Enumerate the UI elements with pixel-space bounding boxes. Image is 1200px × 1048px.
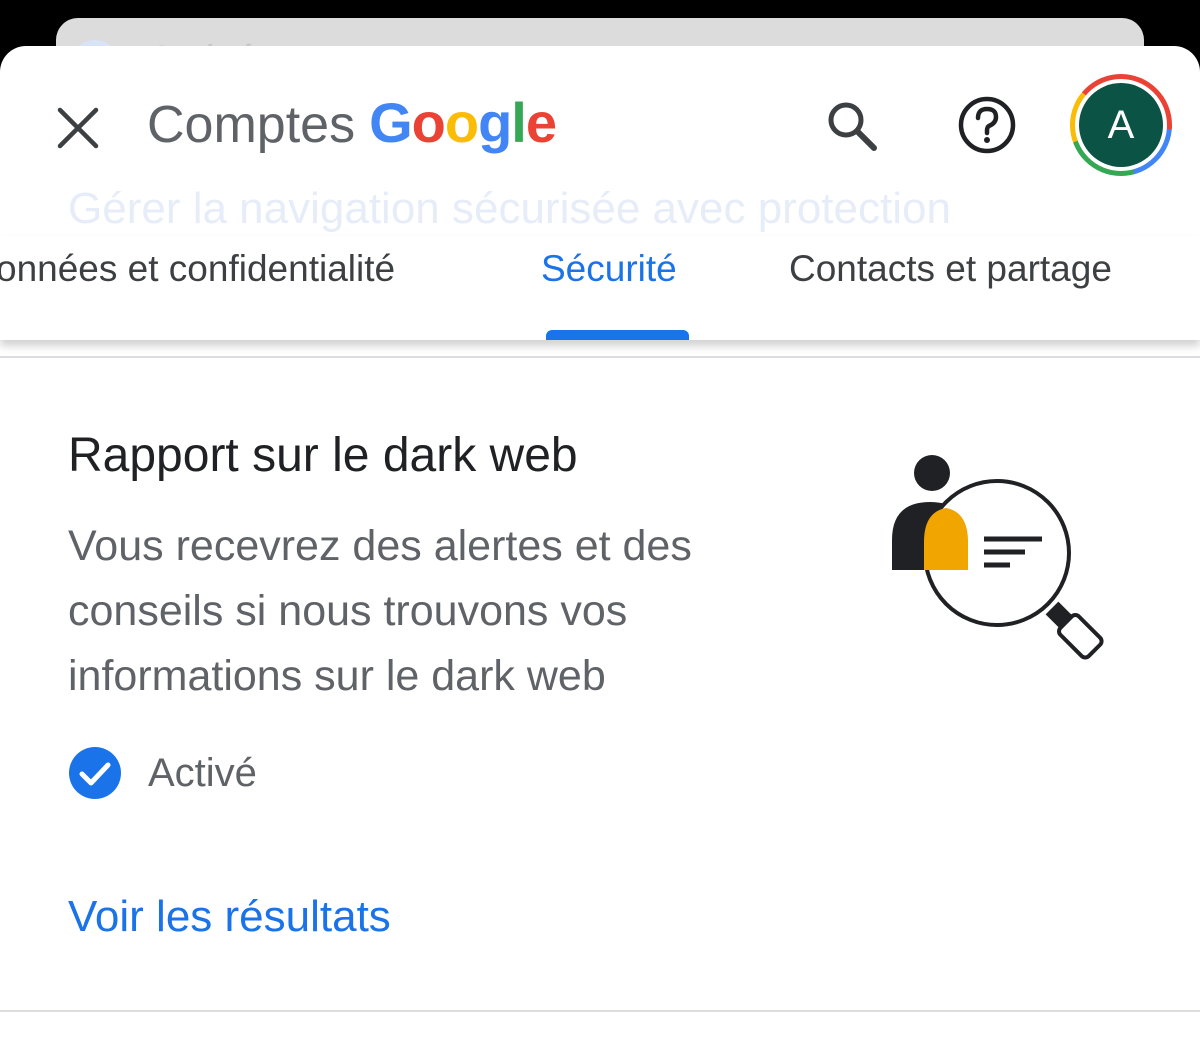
page-title: Comptes Google <box>147 90 557 155</box>
logo-letter: o <box>411 91 446 154</box>
tab-contacts-sharing[interactable]: Contacts et partage <box>789 248 1112 290</box>
tab-data-privacy[interactable]: onnées et confidentialité <box>0 248 395 290</box>
search-icon <box>828 102 877 151</box>
divider <box>0 1010 1200 1012</box>
tab-bar: onnées et confidentialité Sécurité Conta… <box>0 236 1200 340</box>
divider <box>0 356 1200 358</box>
logo-letter: g <box>478 91 512 154</box>
close-button[interactable] <box>48 98 108 158</box>
account-avatar-button[interactable]: A <box>1070 74 1172 176</box>
avatar-border: A <box>1075 79 1167 171</box>
view-results-link[interactable]: Voir les résultats <box>68 892 391 942</box>
account-sheet: Gérer la navigation sécurisée avec prote… <box>0 46 1200 1048</box>
card-title: Rapport sur le dark web <box>68 429 578 482</box>
card-description: Vous recevrez des alertes et des conseil… <box>68 522 692 700</box>
help-button[interactable] <box>952 90 1022 160</box>
active-tab-indicator <box>546 330 689 340</box>
logo-letter: G <box>369 91 413 154</box>
google-logo: Google <box>369 90 557 155</box>
check-circle-icon <box>69 747 121 799</box>
status-label: Activé <box>148 750 257 795</box>
status-row: Activé <box>68 746 257 800</box>
close-icon <box>57 107 99 149</box>
tab-security[interactable]: Sécurité <box>541 248 677 290</box>
avatar: A <box>1079 83 1163 167</box>
dark-web-magnifier-illustration <box>892 455 1104 660</box>
search-button[interactable] <box>816 90 886 160</box>
header-bar: Comptes Google A <box>0 46 1200 216</box>
title-prefix: Comptes <box>147 96 356 154</box>
logo-letter: o <box>444 91 479 154</box>
logo-letter: e <box>525 91 557 154</box>
help-icon <box>958 96 1016 154</box>
logo-letter: l <box>511 91 527 154</box>
